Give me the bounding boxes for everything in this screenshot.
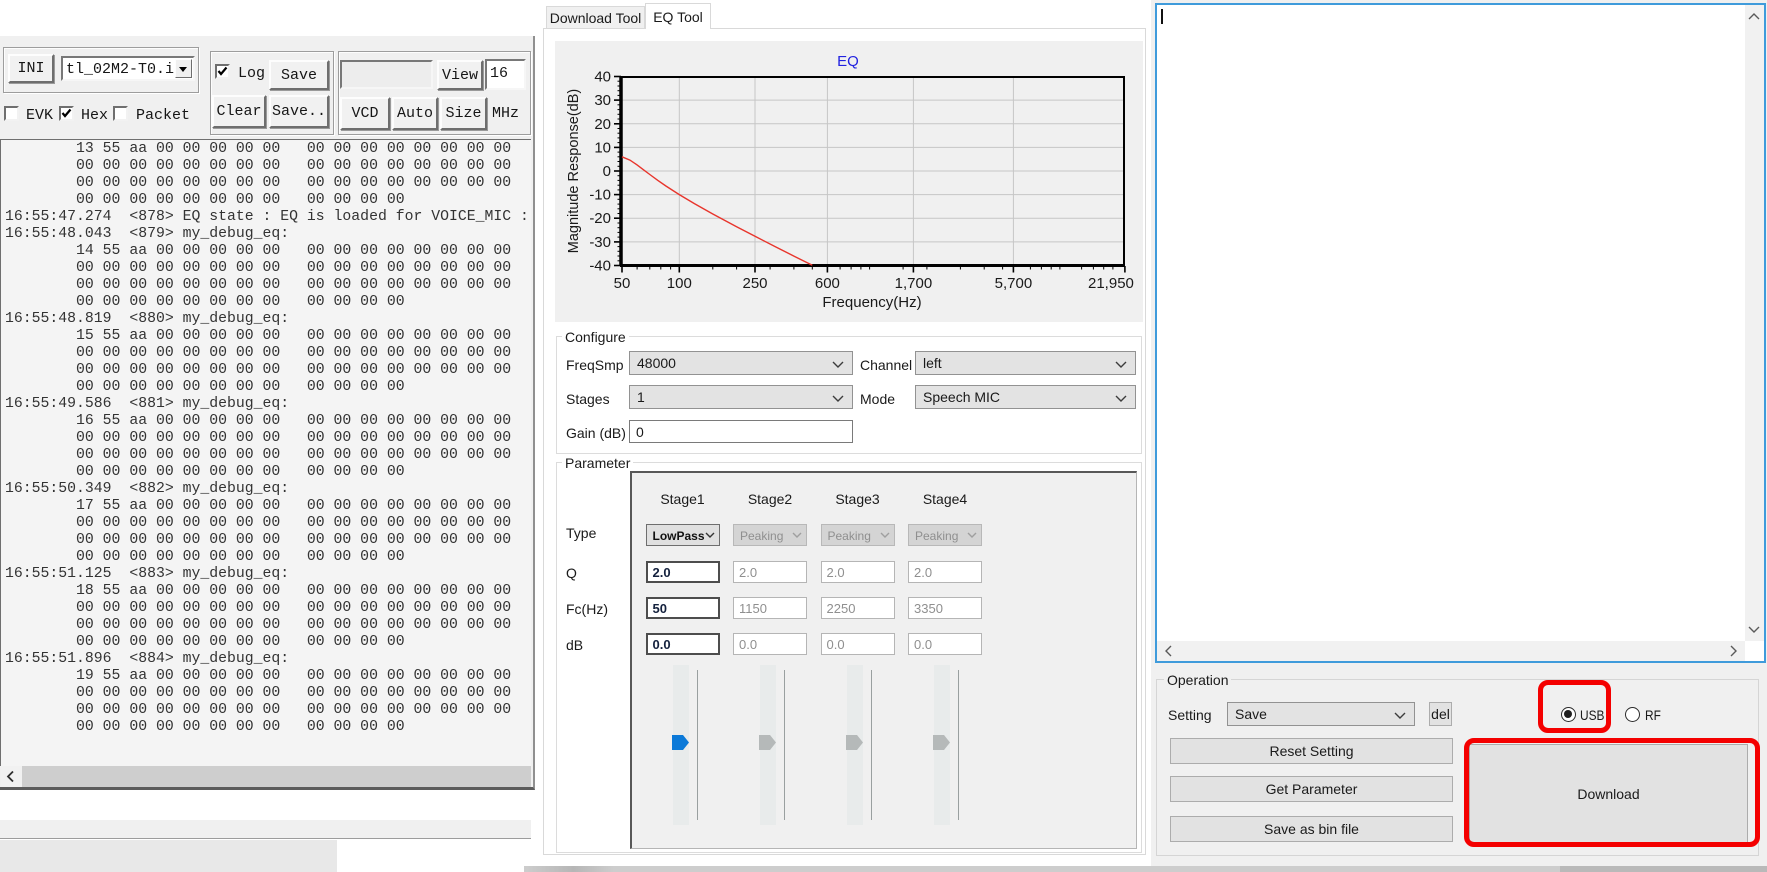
svg-text:50: 50 — [614, 275, 631, 292]
svg-text:1,700: 1,700 — [895, 275, 933, 292]
svg-text:40: 40 — [594, 69, 611, 86]
svg-text:-10: -10 — [589, 187, 611, 204]
svg-text:-20: -20 — [589, 210, 611, 227]
svg-text:-40: -40 — [589, 258, 611, 275]
svg-text:250: 250 — [742, 275, 767, 292]
svg-text:Frequency(Hz): Frequency(Hz) — [822, 294, 921, 311]
svg-text:20: 20 — [594, 116, 611, 133]
svg-text:5,700: 5,700 — [995, 275, 1033, 292]
svg-text:10: 10 — [594, 139, 611, 156]
svg-text:30: 30 — [594, 92, 611, 109]
svg-text:Magnitude Response(dB): Magnitude Response(dB) — [566, 89, 582, 253]
svg-text:100: 100 — [667, 275, 692, 292]
svg-text:0: 0 — [603, 163, 611, 180]
svg-text:21,950: 21,950 — [1088, 275, 1134, 292]
svg-text:-30: -30 — [589, 234, 611, 251]
svg-text:EQ: EQ — [837, 53, 859, 70]
svg-text:600: 600 — [815, 275, 840, 292]
